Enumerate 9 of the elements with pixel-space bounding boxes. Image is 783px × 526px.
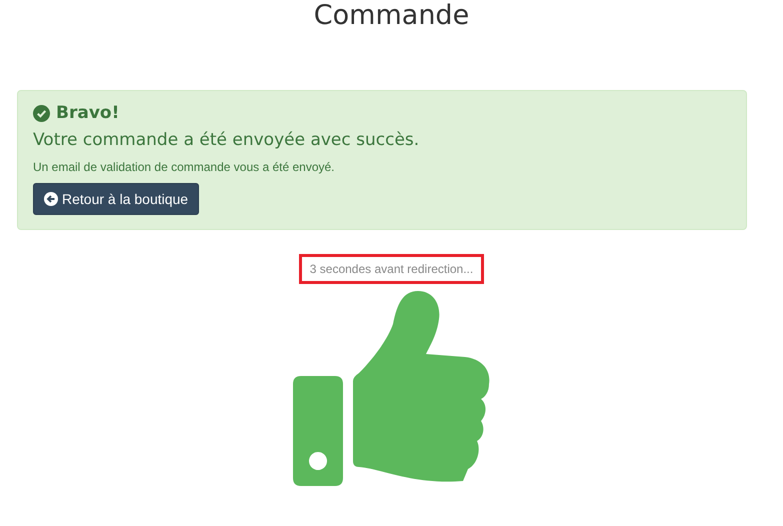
arrow-left-circle-icon bbox=[44, 192, 58, 206]
thumbs-up-icon bbox=[293, 289, 490, 487]
back-to-shop-button[interactable]: Retour à la boutique bbox=[33, 183, 200, 215]
redirect-countdown: 3 secondes avant redirection... bbox=[298, 254, 484, 284]
check-circle-icon bbox=[33, 104, 50, 122]
alert-detail: Un email de validation de commande vous a été envoyé. bbox=[33, 160, 335, 174]
alert-title: Bravo! bbox=[56, 103, 120, 123]
alert-message: Votre commande a été envoyée avec succès. bbox=[33, 130, 420, 150]
page-title: Commande bbox=[314, 0, 470, 32]
